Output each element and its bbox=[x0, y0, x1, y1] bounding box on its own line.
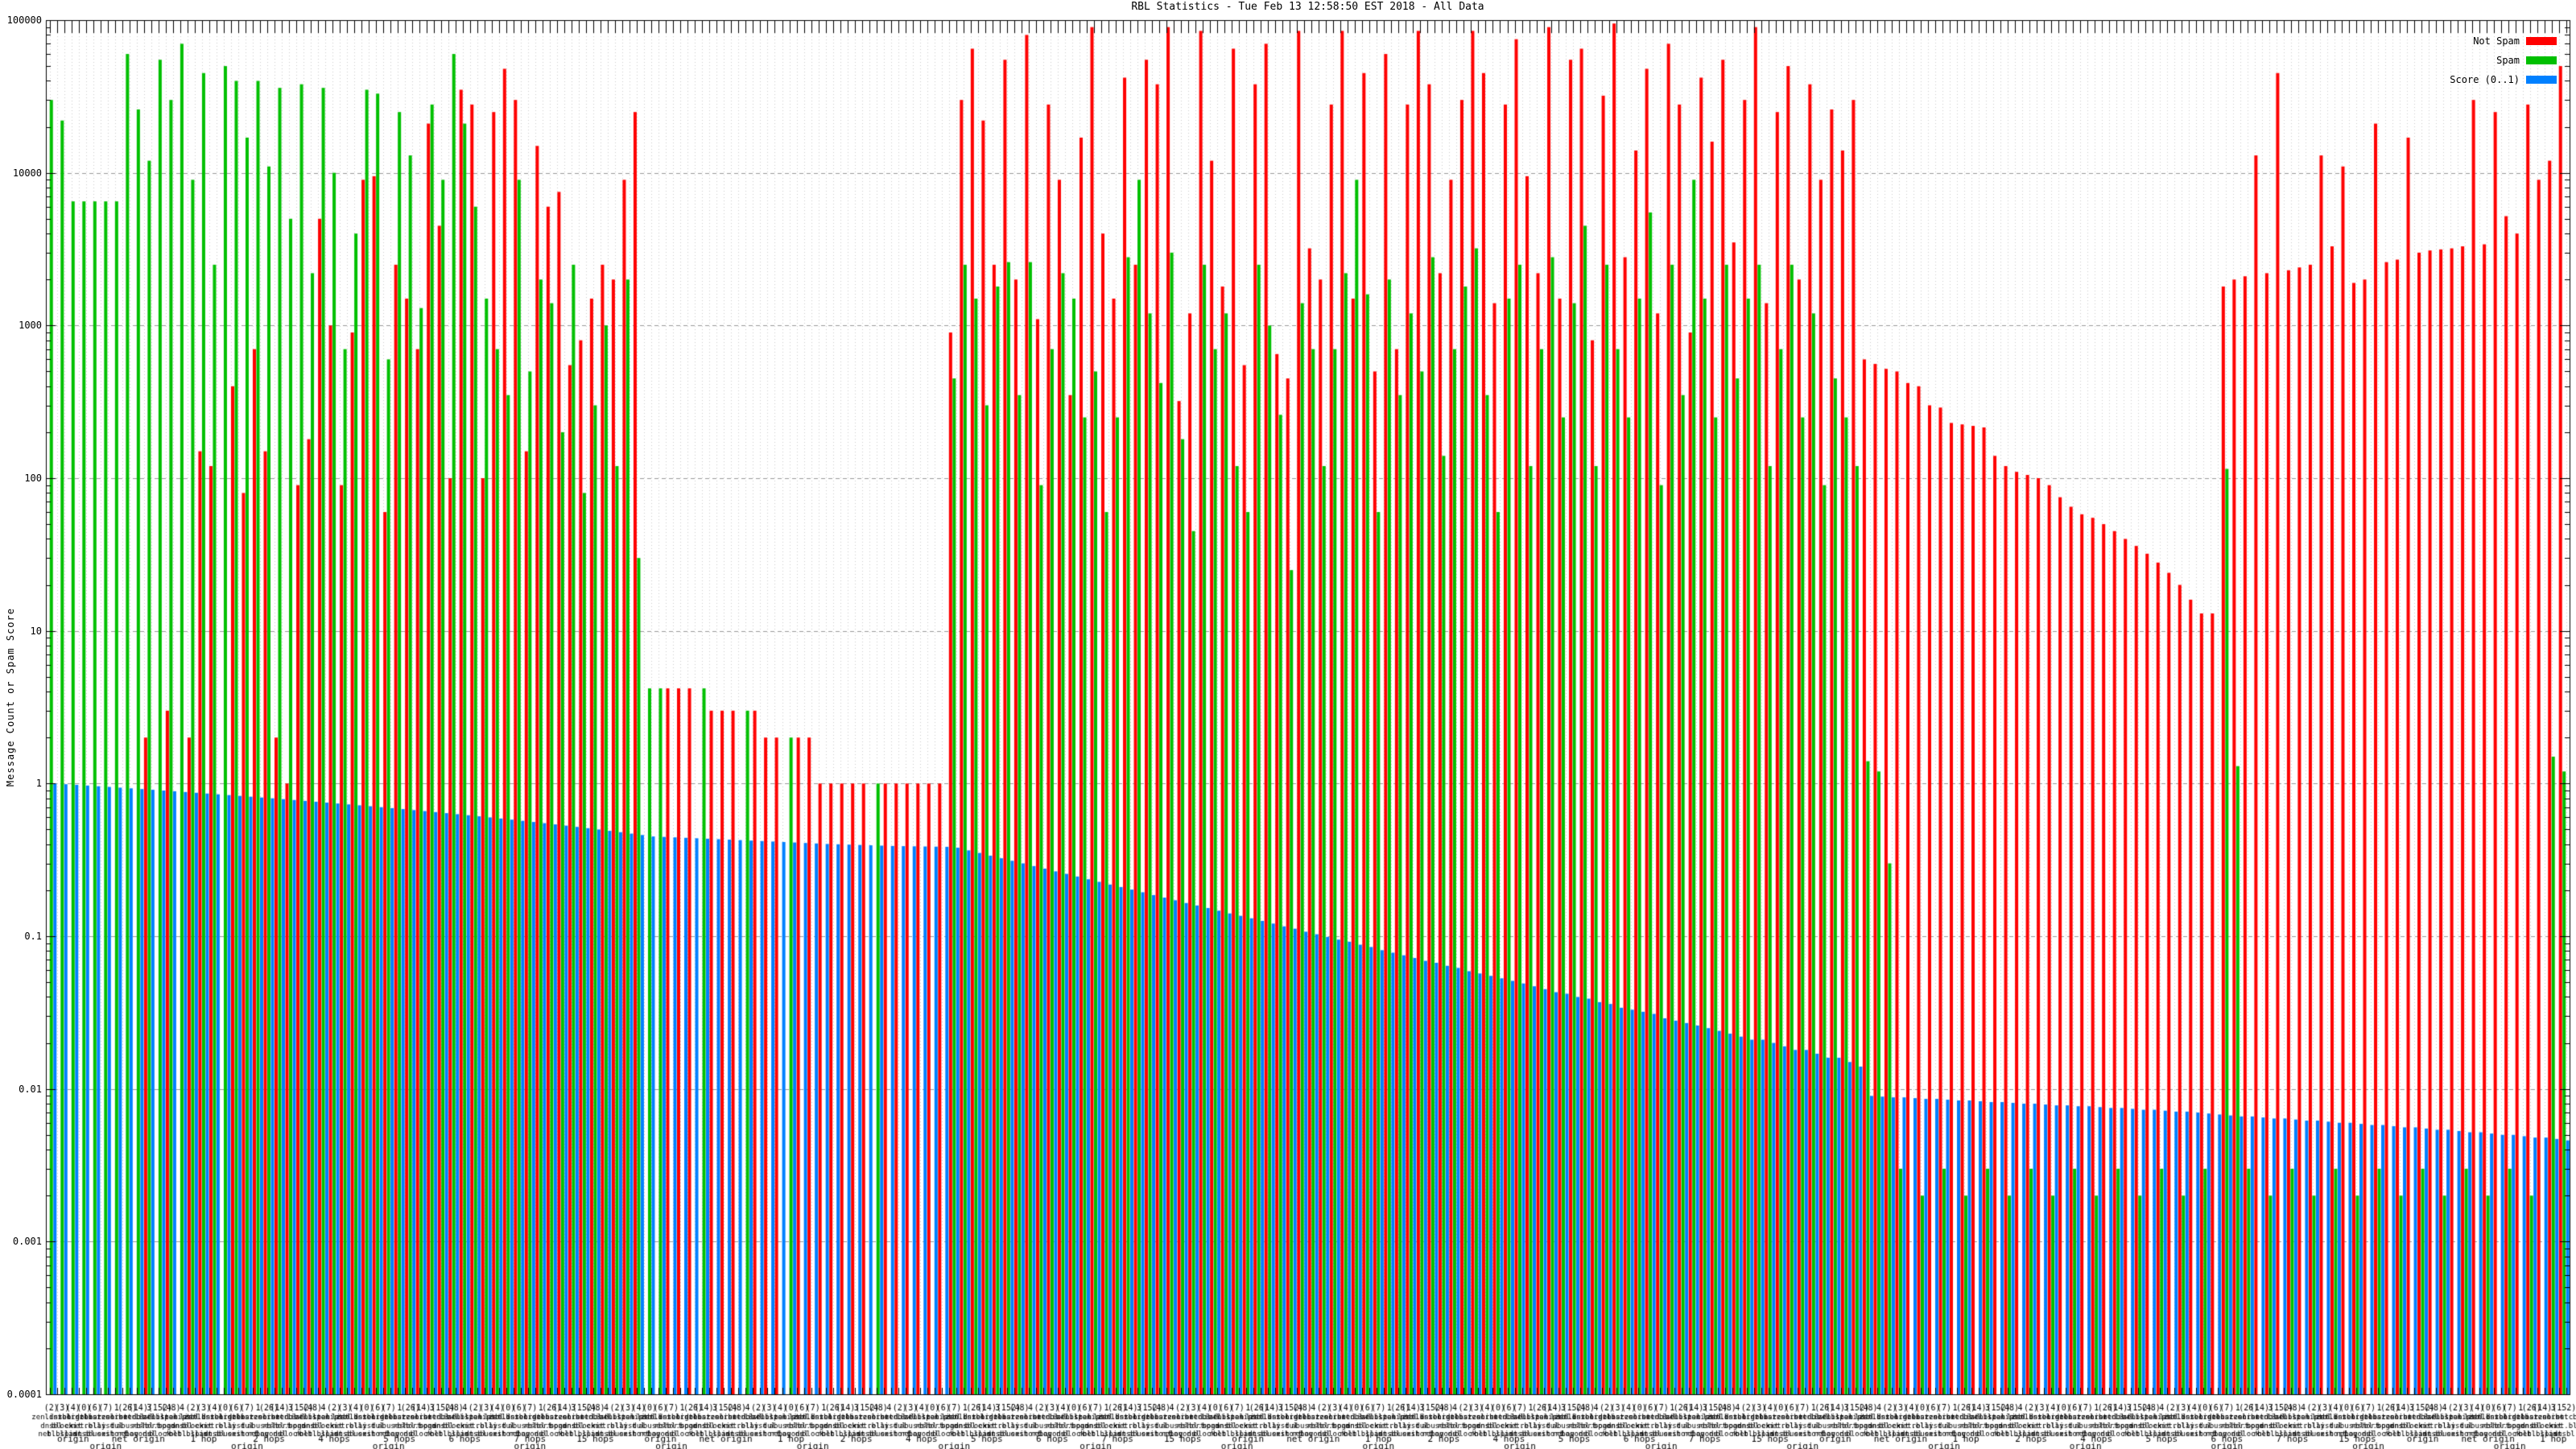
chart-canvas bbox=[0, 0, 2576, 1449]
chart-title: RBL Statistics - Tue Feb 13 12:58:50 EST… bbox=[1131, 1, 1484, 13]
y-tick-label: 1 bbox=[35, 778, 42, 790]
rbl-statistics-chart: RBL Statistics - Tue Feb 13 12:58:50 EST… bbox=[0, 0, 2576, 1449]
y-tick-label: 0.01 bbox=[19, 1083, 42, 1095]
y-tick-label: 0.1 bbox=[24, 931, 42, 942]
y-axis-label-wrap: Message Count or Spam Score bbox=[5, 0, 16, 1394]
legend-swatch-score bbox=[2526, 76, 2557, 84]
legend: Not Spam Spam Score (0..1) bbox=[2450, 35, 2557, 85]
legend-label-not-spam: Not Spam bbox=[2473, 35, 2520, 47]
y-tick-label: 10000 bbox=[12, 167, 42, 179]
legend-row-score: Score (0..1) bbox=[2450, 74, 2557, 85]
legend-label-score: Score (0..1) bbox=[2450, 74, 2520, 85]
y-tick-label: 0.001 bbox=[12, 1236, 42, 1248]
legend-swatch-spam bbox=[2526, 56, 2557, 64]
y-tick-label: 100000 bbox=[6, 14, 42, 26]
y-tick-label: 1000 bbox=[19, 320, 42, 332]
legend-swatch-not-spam bbox=[2526, 37, 2557, 45]
y-tick-label: 10 bbox=[30, 625, 42, 637]
legend-row-not-spam: Not Spam bbox=[2473, 35, 2557, 47]
y-tick-label: 100 bbox=[24, 473, 42, 484]
legend-row-spam: Spam bbox=[2496, 55, 2557, 66]
y-tick-label: 0.0001 bbox=[6, 1389, 42, 1400]
legend-label-spam: Spam bbox=[2496, 55, 2520, 66]
